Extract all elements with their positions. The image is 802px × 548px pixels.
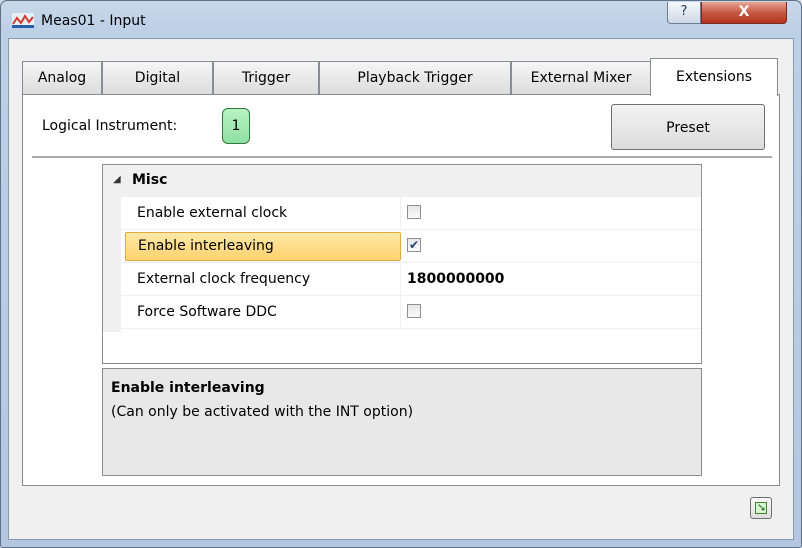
tab-trigger[interactable]: Trigger <box>213 61 319 94</box>
tab-analog[interactable]: Analog <box>22 61 102 94</box>
property-grid[interactable]: ◢ Misc Enable external clock Enable inte… <box>102 164 702 364</box>
preset-button[interactable]: Preset <box>611 104 765 150</box>
window-title: Meas01 - Input <box>41 13 146 29</box>
property-row[interactable]: Enable interleaving ✔ <box>121 230 701 263</box>
tab-extensions[interactable]: Extensions <box>650 58 778 96</box>
property-row[interactable]: Force Software DDC <box>121 296 701 329</box>
property-name: Enable external clock <box>121 197 401 229</box>
separator <box>32 156 772 159</box>
force-software-ddc-checkbox[interactable] <box>407 304 421 318</box>
property-name: External clock frequency <box>121 263 401 295</box>
property-row[interactable]: Enable external clock <box>121 197 701 230</box>
logical-instrument-badge[interactable]: 1 <box>222 108 250 144</box>
description-title: Enable interleaving <box>111 380 265 396</box>
description-text: (Can only be activated with the INT opti… <box>111 404 414 420</box>
enable-interleaving-checkbox[interactable]: ✔ <box>407 238 421 252</box>
waveform-icon <box>12 13 34 28</box>
property-name-selected: Enable interleaving <box>125 232 401 261</box>
close-button[interactable]: X <box>701 2 787 24</box>
external-clock-frequency-value[interactable]: 1800000000 <box>407 263 504 295</box>
category-misc[interactable]: ◢ Misc <box>103 165 701 197</box>
check-icon: ✔ <box>408 238 420 252</box>
export-button[interactable]: ➘ <box>750 497 772 519</box>
enable-external-clock-checkbox[interactable] <box>407 205 421 219</box>
logical-instrument-label: Logical Instrument: <box>42 118 178 134</box>
grid-gutter <box>103 197 121 332</box>
category-label: Misc <box>132 172 168 188</box>
property-row[interactable]: External clock frequency 1800000000 <box>121 263 701 296</box>
description-pane: Enable interleaving (Can only be activat… <box>102 368 702 476</box>
property-name: Force Software DDC <box>121 296 401 328</box>
title-bar[interactable]: Meas01 - Input ? X <box>1 1 801 37</box>
tab-digital[interactable]: Digital <box>102 61 213 94</box>
triangle-down-icon[interactable]: ◢ <box>113 174 121 185</box>
arrow-icon: ➘ <box>757 501 767 514</box>
help-button[interactable]: ? <box>667 2 701 24</box>
tab-playback-trigger[interactable]: Playback Trigger <box>319 61 511 94</box>
tab-external-mixer[interactable]: External Mixer <box>511 61 651 94</box>
